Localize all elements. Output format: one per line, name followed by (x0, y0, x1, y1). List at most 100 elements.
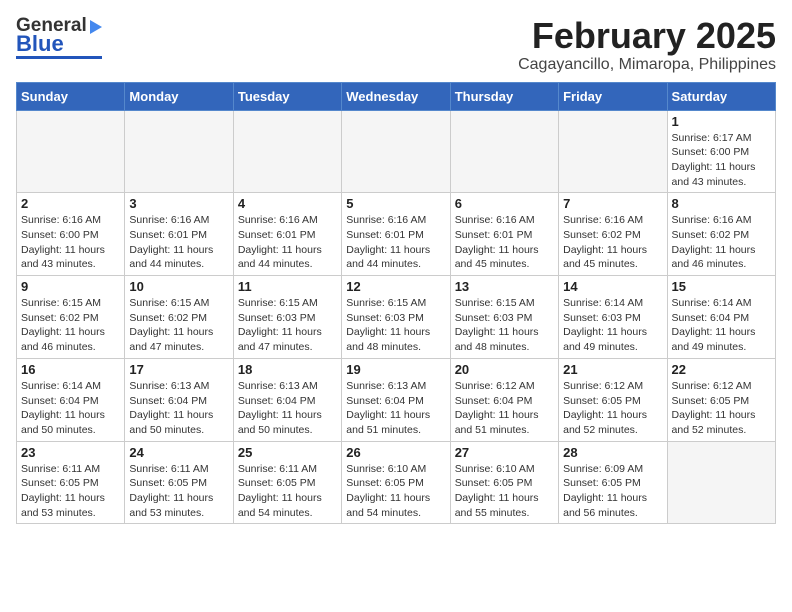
day-info: Sunrise: 6:16 AM Sunset: 6:00 PM Dayligh… (21, 213, 120, 272)
day-number: 21 (563, 362, 662, 377)
table-row: 15Sunrise: 6:14 AM Sunset: 6:04 PM Dayli… (667, 276, 775, 359)
logo-chevron-icon (90, 20, 102, 34)
table-row: 8 Sunrise: 6:16 AM Sunset: 6:02 PM Daylig… (667, 193, 775, 276)
day-info: Sunrise: 6:09 AM Sunset: 6:05 PM Dayligh… (563, 462, 662, 521)
table-row: 28 Sunrise: 6:09 AM Sunset: 6:05 PM Dayli… (559, 441, 667, 524)
table-row: 18 Sunrise: 6:13 AM Sunset: 6:04 PM Dayli… (233, 358, 341, 441)
table-row: 10 Sunrise: 6:15 AM Sunset: 6:02 PM Dayli… (125, 276, 233, 359)
page-title: February 2025 (518, 16, 776, 56)
day-info: Sunrise: 6:17 AM Sunset: 6:00 PM Dayligh… (672, 131, 771, 190)
day-number: 6 (455, 196, 554, 211)
table-row: 1 Sunrise: 6:17 AM Sunset: 6:00 PM Daylig… (667, 110, 775, 193)
day-info: Sunrise: 6:15 AM Sunset: 6:03 PM Dayligh… (455, 296, 554, 355)
col-monday: Monday (125, 82, 233, 110)
table-row (667, 441, 775, 524)
day-number: 17 (129, 362, 228, 377)
calendar-week-row: 23 Sunrise: 6:11 AM Sunset: 6:05 PM Dayli… (17, 441, 776, 524)
day-info: Sunrise: 6:10 AM Sunset: 6:05 PM Dayligh… (346, 462, 445, 521)
table-row (233, 110, 341, 193)
table-row: 5Sunrise: 6:16 AM Sunset: 6:01 PM Daylig… (342, 193, 450, 276)
logo-underline (16, 56, 102, 59)
day-info: Sunrise: 6:13 AM Sunset: 6:04 PM Dayligh… (238, 379, 337, 438)
day-number: 7 (563, 196, 662, 211)
col-tuesday: Tuesday (233, 82, 341, 110)
day-number: 16 (21, 362, 120, 377)
calendar-header-row: Sunday Monday Tuesday Wednesday Thursday… (17, 82, 776, 110)
day-info: Sunrise: 6:12 AM Sunset: 6:04 PM Dayligh… (455, 379, 554, 438)
table-row: 22Sunrise: 6:12 AM Sunset: 6:05 PM Dayli… (667, 358, 775, 441)
day-number: 23 (21, 445, 120, 460)
page-header: General Blue February 2025 Cagayancillo,… (16, 16, 776, 74)
table-row: 14Sunrise: 6:14 AM Sunset: 6:03 PM Dayli… (559, 276, 667, 359)
table-row: 6 Sunrise: 6:16 AM Sunset: 6:01 PM Daylig… (450, 193, 558, 276)
col-wednesday: Wednesday (342, 82, 450, 110)
table-row: 3Sunrise: 6:16 AM Sunset: 6:01 PM Daylig… (125, 193, 233, 276)
day-info: Sunrise: 6:15 AM Sunset: 6:02 PM Dayligh… (129, 296, 228, 355)
col-thursday: Thursday (450, 82, 558, 110)
day-number: 1 (672, 114, 771, 129)
col-sunday: Sunday (17, 82, 125, 110)
day-info: Sunrise: 6:15 AM Sunset: 6:03 PM Dayligh… (346, 296, 445, 355)
calendar-week-row: 1 Sunrise: 6:17 AM Sunset: 6:00 PM Daylig… (17, 110, 776, 193)
day-info: Sunrise: 6:10 AM Sunset: 6:05 PM Dayligh… (455, 462, 554, 521)
table-row: 11Sunrise: 6:15 AM Sunset: 6:03 PM Dayli… (233, 276, 341, 359)
day-info: Sunrise: 6:11 AM Sunset: 6:05 PM Dayligh… (238, 462, 337, 521)
table-row: 21 Sunrise: 6:12 AM Sunset: 6:05 PM Dayli… (559, 358, 667, 441)
day-number: 4 (238, 196, 337, 211)
table-row: 19 Sunrise: 6:13 AM Sunset: 6:04 PM Dayli… (342, 358, 450, 441)
table-row: 4 Sunrise: 6:16 AM Sunset: 6:01 PM Daylig… (233, 193, 341, 276)
logo: General Blue (16, 16, 102, 59)
day-info: Sunrise: 6:13 AM Sunset: 6:04 PM Dayligh… (129, 379, 228, 438)
table-row (450, 110, 558, 193)
day-number: 14 (563, 279, 662, 294)
day-info: Sunrise: 6:16 AM Sunset: 6:01 PM Dayligh… (346, 213, 445, 272)
day-number: 8 (672, 196, 771, 211)
day-info: Sunrise: 6:16 AM Sunset: 6:02 PM Dayligh… (672, 213, 771, 272)
table-row: 7Sunrise: 6:16 AM Sunset: 6:02 PM Daylig… (559, 193, 667, 276)
table-row (342, 110, 450, 193)
table-row: 27 Sunrise: 6:10 AM Sunset: 6:05 PM Dayli… (450, 441, 558, 524)
day-info: Sunrise: 6:12 AM Sunset: 6:05 PM Dayligh… (563, 379, 662, 438)
day-number: 24 (129, 445, 228, 460)
day-info: Sunrise: 6:14 AM Sunset: 6:04 PM Dayligh… (672, 296, 771, 355)
day-number: 27 (455, 445, 554, 460)
day-number: 26 (346, 445, 445, 460)
day-number: 12 (346, 279, 445, 294)
day-number: 28 (563, 445, 662, 460)
day-number: 13 (455, 279, 554, 294)
calendar-week-row: 16 Sunrise: 6:14 AM Sunset: 6:04 PM Dayli… (17, 358, 776, 441)
day-number: 3 (129, 196, 228, 211)
day-number: 25 (238, 445, 337, 460)
table-row: 16 Sunrise: 6:14 AM Sunset: 6:04 PM Dayli… (17, 358, 125, 441)
day-number: 19 (346, 362, 445, 377)
table-row: 17 Sunrise: 6:13 AM Sunset: 6:04 PM Dayli… (125, 358, 233, 441)
day-number: 20 (455, 362, 554, 377)
page-subtitle: Cagayancillo, Mimaropa, Philippines (518, 56, 776, 74)
day-info: Sunrise: 6:16 AM Sunset: 6:01 PM Dayligh… (455, 213, 554, 272)
calendar-week-row: 9 Sunrise: 6:15 AM Sunset: 6:02 PM Daylig… (17, 276, 776, 359)
table-row: 23 Sunrise: 6:11 AM Sunset: 6:05 PM Dayli… (17, 441, 125, 524)
day-number: 10 (129, 279, 228, 294)
day-number: 2 (21, 196, 120, 211)
table-row: 24 Sunrise: 6:11 AM Sunset: 6:05 PM Dayli… (125, 441, 233, 524)
day-info: Sunrise: 6:16 AM Sunset: 6:01 PM Dayligh… (238, 213, 337, 272)
day-info: Sunrise: 6:11 AM Sunset: 6:05 PM Dayligh… (21, 462, 120, 521)
table-row (559, 110, 667, 193)
day-info: Sunrise: 6:14 AM Sunset: 6:04 PM Dayligh… (21, 379, 120, 438)
calendar-week-row: 2 Sunrise: 6:16 AM Sunset: 6:00 PM Daylig… (17, 193, 776, 276)
calendar-table: Sunday Monday Tuesday Wednesday Thursday… (16, 82, 776, 525)
table-row: 12 Sunrise: 6:15 AM Sunset: 6:03 PM Dayli… (342, 276, 450, 359)
day-info: Sunrise: 6:13 AM Sunset: 6:04 PM Dayligh… (346, 379, 445, 438)
day-info: Sunrise: 6:15 AM Sunset: 6:02 PM Dayligh… (21, 296, 120, 355)
table-row: 25 Sunrise: 6:11 AM Sunset: 6:05 PM Dayli… (233, 441, 341, 524)
day-info: Sunrise: 6:11 AM Sunset: 6:05 PM Dayligh… (129, 462, 228, 521)
table-row (17, 110, 125, 193)
table-row: 2 Sunrise: 6:16 AM Sunset: 6:00 PM Daylig… (17, 193, 125, 276)
table-row: 20 Sunrise: 6:12 AM Sunset: 6:04 PM Dayli… (450, 358, 558, 441)
day-number: 18 (238, 362, 337, 377)
day-number: 9 (21, 279, 120, 294)
day-number: 11 (238, 279, 337, 294)
col-saturday: Saturday (667, 82, 775, 110)
table-row: 13 Sunrise: 6:15 AM Sunset: 6:03 PM Dayli… (450, 276, 558, 359)
day-info: Sunrise: 6:12 AM Sunset: 6:05 PM Dayligh… (672, 379, 771, 438)
